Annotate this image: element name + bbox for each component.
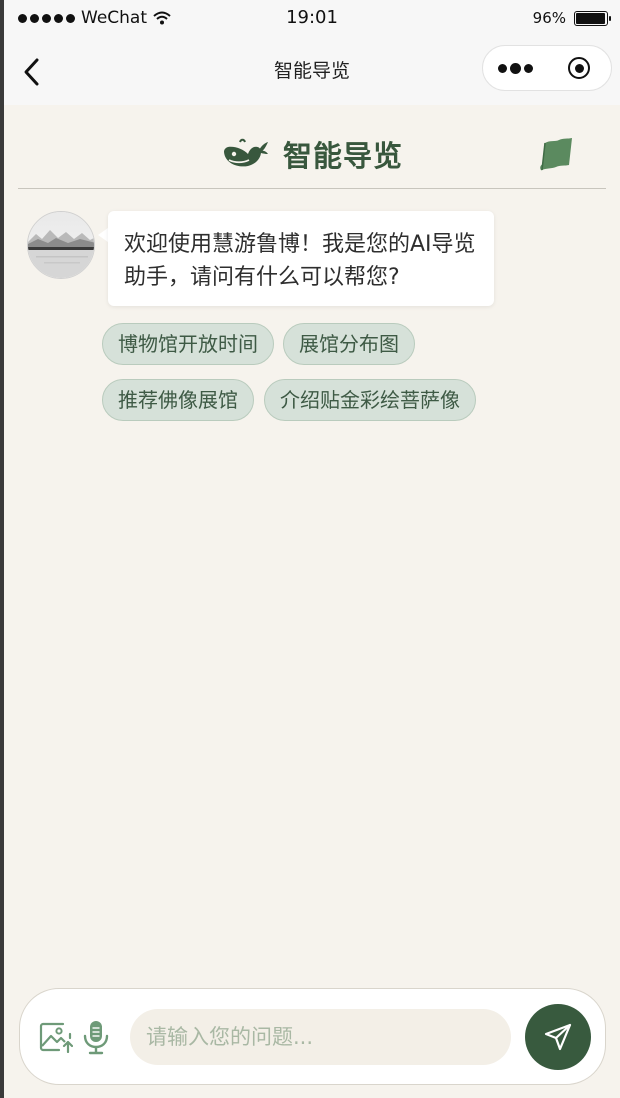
battery-fill [576,12,605,24]
send-button[interactable] [525,1004,591,1070]
header-brand: 智能导览 [18,133,606,175]
battery-percent: 96% [532,9,566,27]
chat-input-bar [19,988,606,1085]
page-header: 智能导览 [18,105,606,189]
close-program-button[interactable] [547,46,611,90]
suggestion-chip-hall-map[interactable]: 展馆分布图 [283,323,415,365]
more-dot-center [509,62,521,74]
send-paper-plane-icon [544,1023,572,1051]
battery-icon [574,10,611,26]
more-button[interactable] [483,46,547,90]
suggestion-chip-bodhisattva-statue[interactable]: 介绍贴金彩绘菩萨像 [264,379,476,421]
assistant-avatar [27,211,95,279]
nav-bar: 智能导览 [4,38,620,105]
status-right: 96% [532,9,611,27]
status-time: 19:01 [286,7,338,28]
landscape-avatar [28,212,94,278]
device-frame-edge [0,0,4,1098]
target-close-icon [568,57,590,79]
suggestion-chip-buddha-halls[interactable]: 推荐佛像展馆 [102,379,254,421]
suggestion-chip-opening-hours[interactable]: 博物馆开放时间 [102,323,274,365]
image-upload-icon[interactable] [39,1021,73,1053]
whale-icon [223,138,268,167]
mini-program-capsule [482,45,612,91]
more-dots-icon [497,63,507,73]
microphone-icon[interactable] [82,1019,110,1055]
assistant-message-bubble: 欢迎使用慧游鲁博！我是您的AI导览助手，请问有什么可以帮您? [108,211,494,306]
page-title: 智能导览 [282,139,403,173]
question-input[interactable] [130,1009,511,1065]
more-dot-right [523,63,533,73]
bubble-tail [98,228,108,242]
map-icon[interactable] [538,135,576,173]
status-bar: WeChat 19:01 96% [4,0,620,38]
